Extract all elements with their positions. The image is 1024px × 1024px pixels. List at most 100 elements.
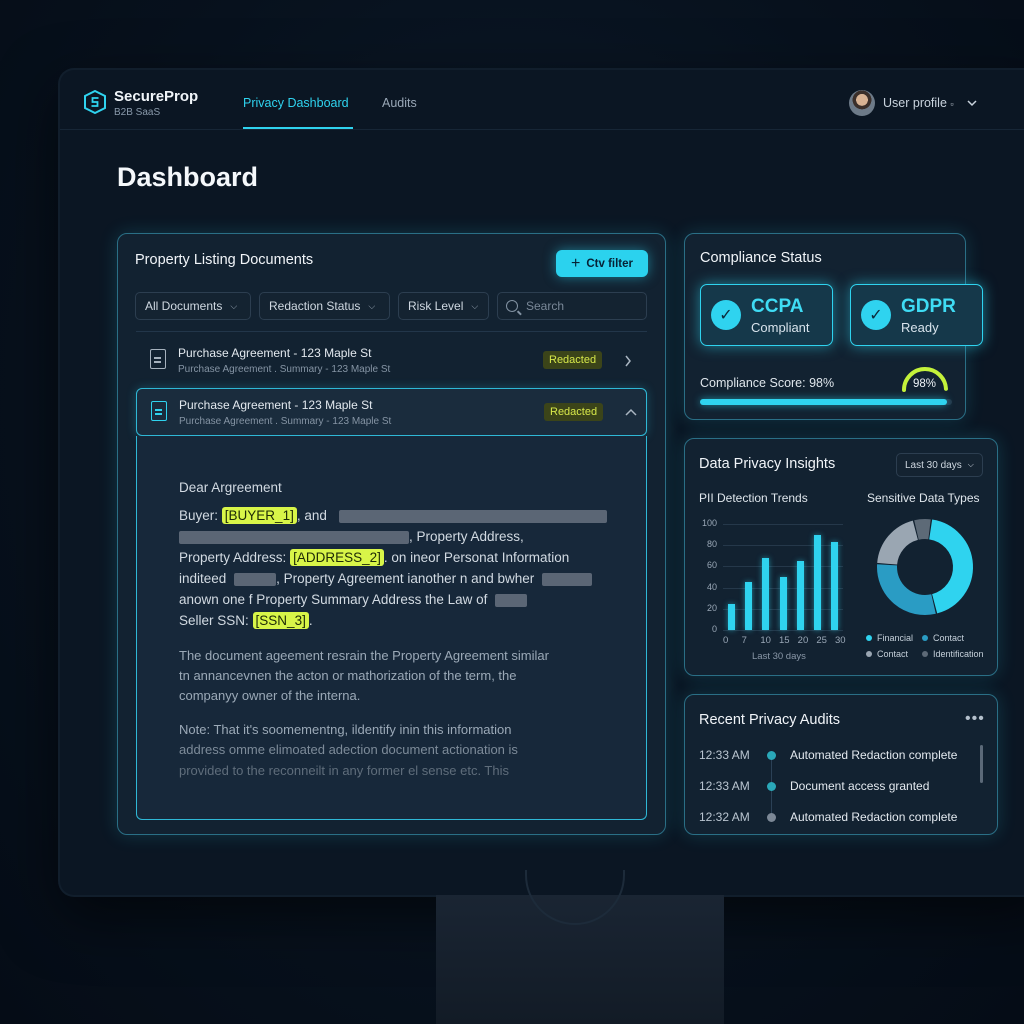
y-tick-label: 80 xyxy=(706,539,717,550)
audit-status-dot xyxy=(767,751,776,760)
check-badge-icon: ✓ xyxy=(861,300,891,330)
line2-after: , Property Address, xyxy=(409,529,524,544)
insights-title: Data Privacy Insights xyxy=(699,456,836,472)
page-title: Dashboard xyxy=(117,162,259,192)
x-tick-label: 10 xyxy=(760,635,771,646)
user-profile-suffix: ▫ xyxy=(950,99,954,109)
user-profile-menu[interactable]: User profile ▫ xyxy=(883,96,954,110)
y-tick-label: 0 xyxy=(711,624,717,634)
avatar[interactable] xyxy=(849,90,875,116)
document-icon xyxy=(150,349,166,369)
preview-para2-line: The document ageement resrain the Proper… xyxy=(179,648,549,663)
line5: anown one f Property Summary Address the… xyxy=(179,592,488,607)
gdpr-status: Ready xyxy=(901,320,939,335)
chart-bar xyxy=(830,542,838,630)
brand-name: SecureProp xyxy=(114,88,199,105)
add-filter-button[interactable]: + Ctv filter xyxy=(556,250,648,277)
address-after: . on ineor Personat Information xyxy=(383,550,570,565)
chevron-down-icon: ⌵ xyxy=(471,300,479,311)
legend-label: Contact xyxy=(877,649,909,659)
gridline xyxy=(723,524,843,525)
gdpr-badge[interactable]: ✓ GDPR Ready xyxy=(850,284,983,346)
document-subtitle: Purchase Agreement . Summary - 123 Maple… xyxy=(179,416,392,427)
x-tick-label: 0 xyxy=(723,635,729,646)
period-dropdown[interactable]: Last 30 days ⌵ xyxy=(896,453,983,477)
ssn-label: Seller SSN: xyxy=(179,613,249,628)
chart-bar xyxy=(779,577,787,630)
ccpa-badge[interactable]: ✓ CCPA Compliant xyxy=(700,284,833,346)
chevron-down-icon: ⌵ xyxy=(368,300,376,311)
x-tick-label: 15 xyxy=(779,635,790,646)
legend-dot xyxy=(866,635,872,641)
redacted-block xyxy=(234,572,277,586)
buyer-token: [BUYER_1] xyxy=(221,507,297,524)
risk-level-label: Risk Level xyxy=(408,299,464,313)
compliance-title: Compliance Status xyxy=(700,250,822,266)
audit-time: 12:33 AM xyxy=(699,779,750,793)
audits-scrollbar[interactable] xyxy=(980,745,983,783)
preview-line-4: inditeed , Property Agreement ianother n… xyxy=(179,571,592,586)
compliance-score-bar xyxy=(700,399,952,405)
chart-bar xyxy=(762,557,770,630)
legend-dot xyxy=(866,651,872,657)
plus-icon: + xyxy=(571,254,581,272)
brand-tagline: B2B SaaS xyxy=(114,107,161,118)
redacted-block xyxy=(541,572,592,586)
address-token: [ADDRESS_2] xyxy=(290,549,384,566)
period-label: Last 30 days xyxy=(905,459,962,471)
add-filter-label: Ctv filter xyxy=(586,257,633,270)
audit-text[interactable]: Automated Redaction complete xyxy=(790,810,957,824)
donut-slice xyxy=(877,564,936,615)
buyer-after: , and xyxy=(296,508,327,523)
redaction-status-dropdown[interactable]: Redaction Status ⌵ xyxy=(259,292,390,320)
x-tick-label: 30 xyxy=(835,635,846,646)
donut-slice xyxy=(928,519,973,614)
trend-chart-title: PII Detection Trends xyxy=(699,491,808,505)
gridline xyxy=(723,630,843,631)
donut-slice xyxy=(877,520,919,566)
legend-label: Identification xyxy=(933,649,984,659)
y-tick-label: 20 xyxy=(706,602,717,613)
document-title: Purchase Agreement - 123 Maple St xyxy=(178,346,372,360)
preview-buyer-line: Buyer: [BUYER_1], and xyxy=(179,507,607,524)
active-tab-indicator xyxy=(243,127,353,129)
chart-bar xyxy=(728,603,736,630)
all-documents-dropdown[interactable]: All Documents ⌵ xyxy=(135,292,251,320)
search-box[interactable] xyxy=(497,292,647,320)
search-input[interactable] xyxy=(526,299,636,313)
types-chart-title: Sensitive Data Types xyxy=(867,491,980,505)
divider xyxy=(136,331,647,332)
audit-text[interactable]: Document access granted xyxy=(790,779,929,793)
address-label: Property Address: xyxy=(179,550,287,565)
compliance-score-label: Compliance Score: 98% xyxy=(700,376,835,390)
chevron-down-icon: ⌵ xyxy=(230,300,238,311)
audits-title: Recent Privacy Audits xyxy=(699,712,841,728)
legend-contact: Contact xyxy=(922,633,964,643)
risk-level-dropdown[interactable]: Risk Level ⌵ xyxy=(398,292,489,320)
compliance-score-fill xyxy=(700,399,947,405)
redacted-block xyxy=(495,593,528,607)
redacted-block xyxy=(179,530,409,544)
tab-audits[interactable]: Audits xyxy=(382,96,417,110)
redacted-badge: Redacted xyxy=(543,351,603,369)
audit-time: 12:33 AM xyxy=(699,748,750,762)
top-nav: SecureProp B2B SaaS Privacy Dashboard Au… xyxy=(60,70,1024,130)
line4a: inditeed xyxy=(179,571,227,586)
chevron-up-icon[interactable] xyxy=(625,408,637,416)
chevron-down-icon[interactable] xyxy=(967,99,977,107)
chevron-right-icon[interactable] xyxy=(624,355,632,367)
ssn-after: . xyxy=(308,613,313,628)
document-row[interactable]: Purchase Agreement - 123 Maple St Purcha… xyxy=(136,337,647,385)
tab-privacy-dashboard[interactable]: Privacy Dashboard xyxy=(243,96,349,110)
document-row-expanded[interactable]: Purchase Agreement - 123 Maple St Purcha… xyxy=(136,388,647,436)
audit-text[interactable]: Automated Redaction complete xyxy=(790,748,957,762)
preview-para2-line: tn annancevnen the acton or mathorizatio… xyxy=(179,668,517,683)
chevron-down-icon: ⌵ xyxy=(967,460,974,469)
user-profile-label: User profile xyxy=(883,96,947,110)
donut-slice xyxy=(914,519,931,540)
more-options-icon[interactable]: ••• xyxy=(965,710,985,728)
preview-para3-line: Note: That it's soomementng, ildentify i… xyxy=(179,722,512,737)
x-tick-label: 7 xyxy=(741,635,747,646)
redaction-status-label: Redaction Status xyxy=(269,299,361,313)
legend-dot xyxy=(922,651,928,657)
